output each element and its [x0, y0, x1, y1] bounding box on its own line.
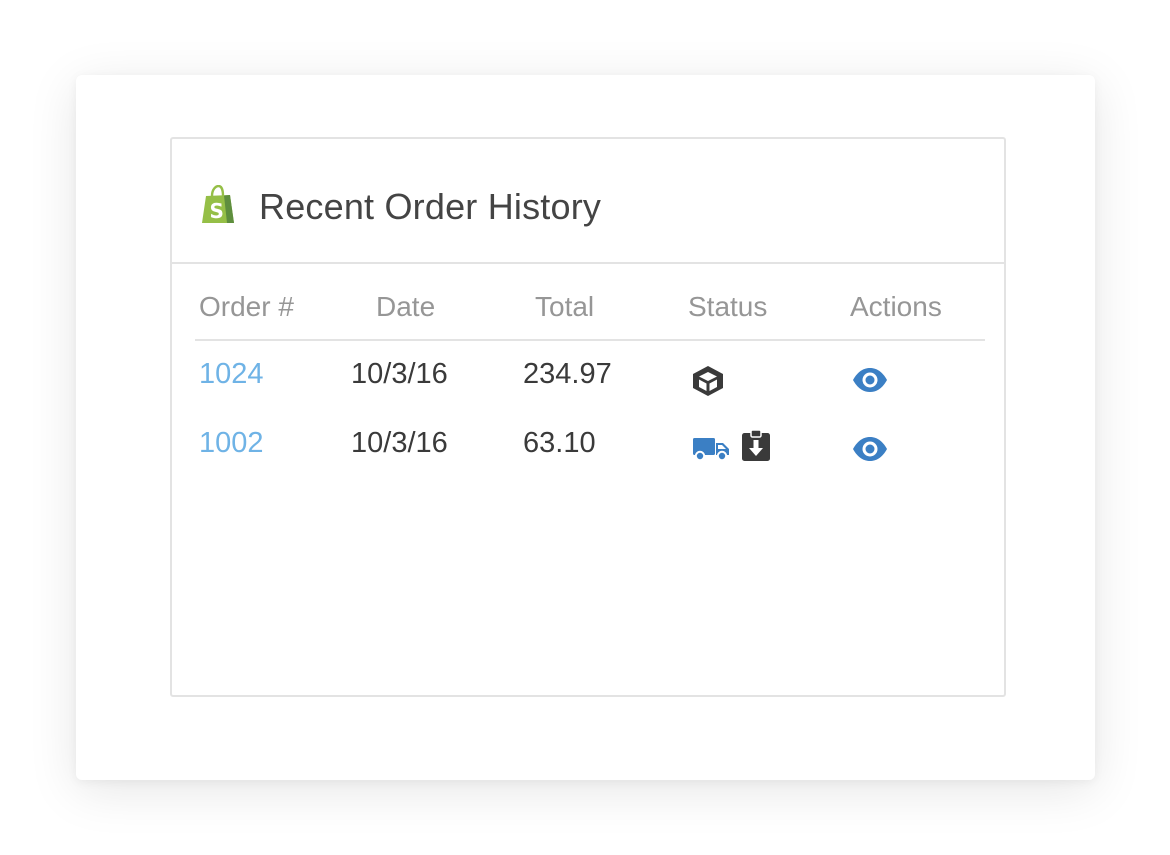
column-header-actions: Actions	[850, 291, 942, 322]
widget-header: S Recent Order History	[172, 139, 1004, 264]
order-total: 234.97	[523, 358, 612, 390]
view-order-eye-icon[interactable]	[851, 435, 889, 463]
column-header-date: Date	[376, 291, 436, 322]
truck-icon	[693, 438, 729, 462]
order-date: 10/3/16	[351, 427, 448, 459]
order-total: 63.10	[523, 427, 596, 459]
order-number-link[interactable]: 1024	[199, 357, 264, 391]
shopify-bag-icon: S	[202, 185, 234, 223]
order-number-link[interactable]: 1002	[199, 426, 264, 460]
clipboard-download-icon	[742, 429, 770, 461]
recent-orders-widget: S Recent Order History Order # Date Tota…	[170, 137, 1006, 697]
table-header-divider	[195, 339, 985, 341]
column-header-order: Order #	[199, 291, 294, 322]
order-date: 10/3/16	[351, 358, 448, 390]
package-icon	[693, 366, 723, 396]
widget-title: Recent Order History	[259, 186, 602, 227]
svg-text:S: S	[210, 199, 224, 223]
column-header-status: Status	[688, 291, 768, 322]
column-header-total: Total	[535, 291, 595, 322]
view-order-eye-icon[interactable]	[851, 366, 889, 394]
